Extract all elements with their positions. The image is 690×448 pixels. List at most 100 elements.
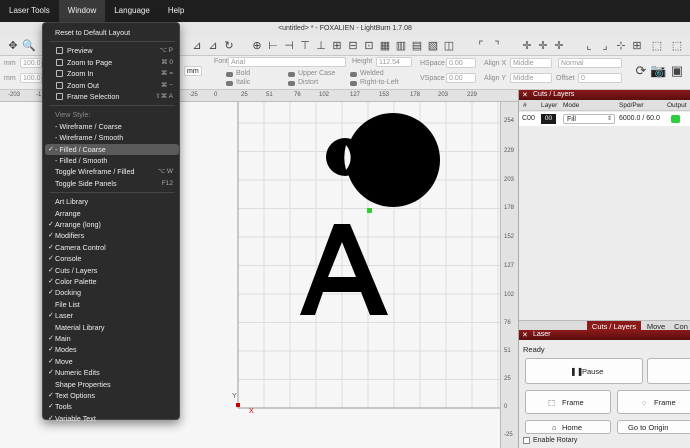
offset-field[interactable]: 0: [578, 73, 622, 83]
align-bottom-icon[interactable]: ⊥: [314, 39, 328, 53]
center-icon[interactable]: ◫: [442, 39, 456, 53]
snap-icon[interactable]: ⊹: [614, 39, 628, 53]
width-field[interactable]: 100.0: [20, 58, 42, 68]
go-to-origin-button[interactable]: Go to Origin: [617, 420, 690, 434]
window-menu-item[interactable]: ✓ Cuts / Layers: [45, 265, 179, 276]
y-axis-label: Y: [232, 393, 237, 400]
vspace-field[interactable]: 0.00: [446, 73, 476, 83]
crosshair-2-icon[interactable]: ✛: [552, 39, 566, 53]
refresh-icon[interactable]: ⟳: [634, 64, 648, 78]
bold-toggle[interactable]: [226, 72, 233, 77]
window-menu-item[interactable]: ✓ Numeric Edits: [45, 367, 179, 378]
distribute-v-icon[interactable]: ⊡: [362, 39, 376, 53]
grid-icon[interactable]: ⊞: [630, 39, 644, 53]
text-mode-select[interactable]: Normal: [558, 58, 622, 68]
window-menu-item[interactable]: File List: [45, 299, 179, 310]
menu-language[interactable]: Language: [105, 0, 159, 22]
pause-button[interactable]: ❚❚ Pause: [525, 358, 643, 384]
window-menu-item[interactable]: ✓ Arrange (long): [45, 219, 179, 230]
window-menu-item[interactable]: ✓ Camera Control: [45, 242, 179, 253]
group-icon[interactable]: ▦: [378, 39, 392, 53]
frame-circle-button[interactable]: ◌ Frame: [617, 390, 690, 414]
units-selector[interactable]: mm: [184, 66, 202, 76]
window-menu-item[interactable]: - Filled / Smooth: [45, 155, 179, 166]
window-menu-item[interactable]: ✓ Move: [45, 356, 179, 367]
window-menu-item[interactable]: ✓ Text Options: [45, 390, 179, 401]
window-menu-item[interactable]: Toggle Wireframe / Filled ⌥ W: [45, 166, 179, 177]
array-icon[interactable]: ⬚: [670, 39, 684, 53]
alignx-select[interactable]: Middle: [510, 58, 552, 68]
crosshair-icon[interactable]: ✛: [520, 39, 534, 53]
align-top-icon[interactable]: ⊤: [298, 39, 312, 53]
italic-toggle[interactable]: [226, 81, 233, 86]
window-menu-item[interactable]: Zoom Out ⌘ −: [45, 80, 179, 91]
window-menu-item[interactable]: ✓ Variable Text: [45, 413, 179, 424]
align-middle-icon[interactable]: ⊞: [330, 39, 344, 53]
distribute-h-icon[interactable]: ⊟: [346, 39, 360, 53]
output-toggle[interactable]: [671, 115, 680, 123]
window-menu-item[interactable]: ✓ Tools: [45, 401, 179, 412]
corner-bl-icon[interactable]: ⌞: [582, 39, 596, 53]
window-menu-item[interactable]: Frame Selection ⇧⌘ A: [45, 91, 179, 102]
distort-toggle[interactable]: [288, 81, 295, 86]
zoom-icon[interactable]: 🔍: [22, 39, 36, 53]
menu-window[interactable]: Window: [58, 0, 106, 22]
welded-toggle[interactable]: [350, 72, 357, 77]
move-icon[interactable]: ✥: [6, 39, 20, 53]
mirror-vertical-icon[interactable]: ⊿: [206, 39, 220, 53]
menu-help[interactable]: Help: [159, 0, 193, 22]
window-menu-item[interactable]: Art Library: [45, 196, 179, 207]
window-menu-item[interactable]: Preview ⌥ P: [45, 45, 179, 56]
enable-rotary-checkbox[interactable]: [523, 437, 530, 444]
window-menu-item[interactable]: ✓ Main: [45, 333, 179, 344]
align-center-icon[interactable]: ⊕: [250, 39, 264, 53]
mirror-icon[interactable]: ⊿: [190, 39, 204, 53]
stop-button[interactable]: [647, 358, 690, 384]
layer-swatch[interactable]: 00: [541, 114, 556, 124]
frame-rect-button[interactable]: ⬚ Frame: [525, 390, 611, 414]
corner-tr-icon[interactable]: ⌝: [490, 39, 504, 53]
home-button[interactable]: ⌂ Home: [525, 420, 611, 434]
laser-panel: Laser ✕ Ready ❚❚ Pause ⬚ Frame ◌ Frame ⌂…: [518, 330, 690, 448]
ungroup-icon[interactable]: ▥: [394, 39, 408, 53]
corner-tl-icon[interactable]: ⌜: [474, 39, 488, 53]
camera-icon[interactable]: 📷: [650, 64, 666, 78]
window-menu-item[interactable]: ✓ Laser: [45, 310, 179, 321]
align-left-icon[interactable]: ⊢: [266, 39, 280, 53]
window-menu-item[interactable]: Reset to Default Layout: [45, 27, 179, 38]
menu-laser-tools[interactable]: Laser Tools: [0, 0, 59, 22]
aligny-select[interactable]: Middle: [510, 73, 552, 83]
window-menu-item[interactable]: Shape Properties: [45, 379, 179, 390]
upper-case-toggle[interactable]: [288, 72, 295, 77]
menu-separator: [49, 41, 175, 43]
panel-close-icon[interactable]: ✕: [522, 91, 528, 99]
text-height-field[interactable]: 112.54: [376, 57, 412, 67]
window-menu-item[interactable]: Toggle Side Panels F12: [45, 178, 179, 189]
window-menu-item[interactable]: ✓ Modes: [45, 344, 179, 355]
font-field[interactable]: Arial: [228, 57, 346, 67]
right-to-left-toggle[interactable]: [350, 81, 357, 86]
rotate-icon[interactable]: ↻: [222, 39, 236, 53]
window-menu-item[interactable]: ✓ Console: [45, 253, 179, 264]
window-menu-item[interactable]: ✓ Docking: [45, 287, 179, 298]
window-menu-item[interactable]: ✓ Modifiers: [45, 230, 179, 241]
corner-br-icon[interactable]: ⌟: [598, 39, 612, 53]
height-field[interactable]: 100.0: [20, 73, 42, 83]
window-menu-item[interactable]: Arrange: [45, 208, 179, 219]
distribute-icon[interactable]: ▤: [410, 39, 424, 53]
red-crosshair-icon[interactable]: ✛: [536, 39, 550, 53]
align-right-icon[interactable]: ⊣: [282, 39, 296, 53]
window-menu-item[interactable]: - Wireframe / Smooth: [45, 132, 179, 143]
laser-panel-close-icon[interactable]: ✕: [522, 331, 528, 339]
hspace-field[interactable]: 0.00: [446, 58, 476, 68]
copy-along-icon[interactable]: ⬚: [650, 39, 664, 53]
window-menu-item[interactable]: Zoom In ⌘ =: [45, 68, 179, 79]
window-menu-item[interactable]: ✓ Color Palette: [45, 276, 179, 287]
cuts-table-row[interactable]: C00 00 Fill ⇕ 6000.0 / 60.0: [519, 112, 690, 126]
window-menu-item[interactable]: ✓ - Filled / Coarse: [45, 143, 179, 155]
window-menu-item[interactable]: - Wireframe / Coarse: [45, 121, 179, 132]
distribute-spacing-icon[interactable]: ▧: [426, 39, 440, 53]
window-menu-item[interactable]: Material Library: [45, 322, 179, 333]
machine-icon[interactable]: ▣: [670, 64, 684, 78]
window-menu-item[interactable]: Zoom to Page ⌘ 0: [45, 57, 179, 68]
